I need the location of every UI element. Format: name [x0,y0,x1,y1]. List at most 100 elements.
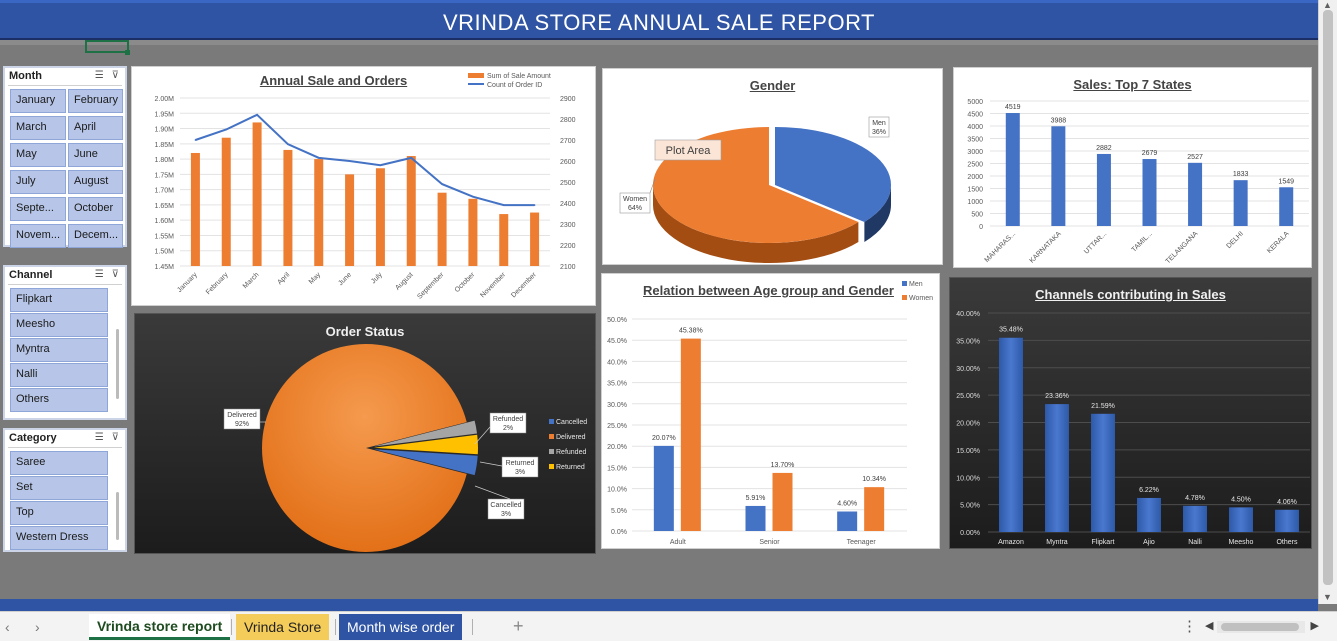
category-slicer: Category ☰ ⊽ Saree Set Top Western Dress [3,428,127,552]
channel-flipkart[interactable]: Flipkart [10,288,108,312]
channel-others[interactable]: Others [10,388,108,412]
add-sheet-button[interactable]: + [513,616,524,637]
y-tick-label: 1500 [967,187,983,194]
more-options-icon[interactable]: ⋮ [1182,617,1197,635]
tab-vrinda-store-report[interactable]: Vrinda store report [89,614,231,640]
month-august[interactable]: August [68,170,123,194]
month-slicer-header: Month [9,70,42,82]
channel-meesho[interactable]: Meesho [10,313,108,337]
age-gender-chart-card[interactable]: Relation between Age group and Gender 50… [601,273,940,549]
channel-value-label: 6.22% [1139,487,1159,494]
month-january[interactable]: January [10,89,66,113]
state-bar [1142,159,1157,226]
tab-month-wise-order[interactable]: Month wise order [339,614,463,640]
y-tick-label: 1000 [967,199,983,206]
scroll-down-icon[interactable]: ▼ [1323,592,1332,602]
y-tick-label: 25.00% [956,393,980,400]
clear-filter-icon[interactable]: ⊽ [112,269,119,280]
state-bar [1233,180,1248,226]
men-value-label: 4.60% [837,500,857,507]
age-gender-bar-plot: 50.0% 45.0% 40.0% 35.0% 30.0% 25.0% 20.0% 15.0%… [607,281,933,546]
annual-sale-chart-card[interactable]: Annual Sale and Orders 2.00M 1.95M 1.90M 1.… [131,66,596,306]
month-july[interactable]: July [10,170,66,194]
multi-select-icon[interactable]: ☰ [95,269,104,280]
horizontal-scroll-thumb[interactable] [1221,623,1299,631]
fill-handle[interactable] [125,50,130,55]
month-may[interactable]: May [10,143,66,167]
y-tick-label: 40.00% [956,311,980,318]
multi-select-icon[interactable]: ☰ [95,432,104,443]
report-title: VRINDA STORE ANNUAL SALE REPORT [443,10,875,35]
scroll-right-icon[interactable]: ▶ [1311,619,1319,632]
channel-myntra[interactable]: Myntra [10,338,108,362]
month-october[interactable]: October [68,197,123,221]
y-tick-label: 0.00% [960,530,980,537]
y-tick-label: 20.00% [956,421,980,428]
states-chart-card[interactable]: Sales: Top 7 States 5000 4500 4000 3500 3000… [953,67,1312,268]
y-right-tick-label: 2400 [560,201,576,208]
selected-cell[interactable] [85,40,129,53]
order-count-point [317,157,320,159]
y-right-tick-label: 2900 [560,96,576,103]
excel-dashboard: VRINDA STORE ANNUAL SALE REPORT ▲ ▼ Mont… [0,0,1337,641]
men-bar [745,505,766,531]
channel-bar [1229,507,1253,532]
women-label: Women [623,196,647,203]
category-set[interactable]: Set [10,476,108,500]
prev-sheet-icon[interactable]: ‹ [5,619,10,635]
next-sheet-icon[interactable]: › [35,619,40,635]
month-march[interactable]: March [10,116,66,140]
y-left-tick-label: 1.55M [155,233,175,240]
clear-filter-icon[interactable]: ⊽ [112,432,119,443]
x-tick-label: June [337,271,353,287]
y-tick-label: 10.0% [607,487,627,494]
y-tick-label: 35.00% [956,338,980,345]
x-tick-label: KERALA [1266,230,1291,255]
channel-value-label: 4.06% [1277,499,1297,506]
month-february[interactable]: February [68,89,123,113]
y-left-tick-label: 1.60M [155,218,175,225]
order-count-point [410,157,413,159]
sale-amount-bar [252,122,262,266]
channel-bar [1045,404,1069,532]
channel-nalli[interactable]: Nalli [10,363,108,387]
scroll-left-icon[interactable]: ◀ [1205,619,1213,632]
channel-slicer-scrollbar[interactable] [116,329,119,399]
y-left-tick-label: 2.00M [155,96,175,103]
state-bar [1051,126,1066,226]
channel-bar [999,337,1023,532]
category-slicer-scrollbar[interactable] [116,492,119,540]
month-april[interactable]: April [68,116,123,140]
category-western-dress[interactable]: Western Dress [10,526,108,550]
category-top[interactable]: Top [10,501,108,525]
vertical-scrollbar[interactable]: ▲ ▼ [1318,0,1337,604]
men-bar [653,445,674,531]
month-november[interactable]: Novem... [10,224,66,248]
y-tick-label: 45.0% [607,338,627,345]
y-tick-label: 15.0% [607,465,627,472]
channels-chart-card[interactable]: Channels contributing in Sales 40.00% 35.… [949,277,1312,549]
x-tick-label: January [176,271,199,294]
month-december[interactable]: Decem... [68,224,123,248]
gender-chart-card[interactable]: Gender Men 36% Women 64% Plot Area [602,68,943,265]
x-tick-label: November [479,271,507,299]
state-bar [1279,187,1294,226]
legend-swatch-sale-amount [468,73,484,78]
scroll-up-icon[interactable]: ▲ [1323,0,1332,10]
cancelled-label: Cancelled [490,502,521,509]
state-bar [1188,162,1203,226]
sale-amount-bar [221,137,231,266]
x-tick-label: Teenager [847,539,877,546]
category-saree[interactable]: Saree [10,451,108,475]
men-value-label: 20.07% [652,435,676,442]
y-tick-label: 5.00% [960,503,980,510]
title-shadow-strip [0,40,1318,45]
refunded-label: Refunded [493,416,523,423]
order-status-chart-card[interactable]: Order Status Delivered 92% Refunded 2% Retur… [134,313,596,554]
vertical-scroll-thumb[interactable] [1323,10,1333,585]
horizontal-scrollbar[interactable]: ◀ ▶ [1203,619,1321,633]
month-september[interactable]: Septe... [10,197,66,221]
tab-vrinda-store[interactable]: Vrinda Store [236,614,330,640]
month-june[interactable]: June [68,143,123,167]
y-left-tick-label: 1.85M [155,142,175,149]
